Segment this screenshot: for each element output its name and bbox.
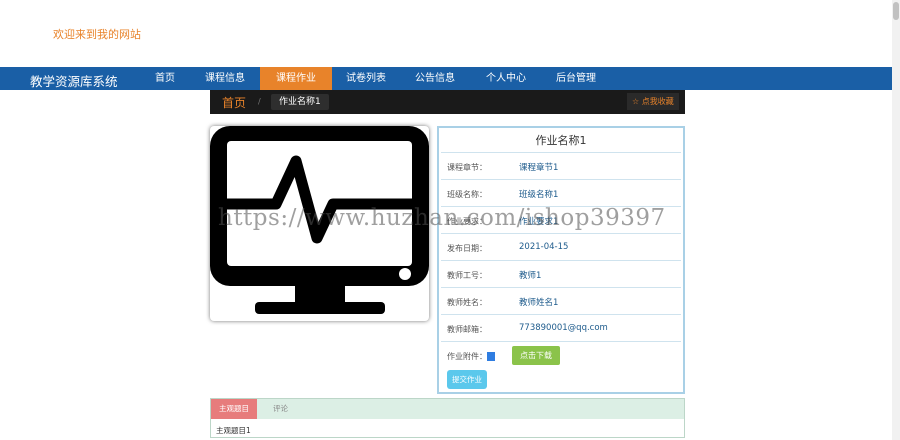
main-navbar: 教学资源库系统 首页 课程信息 课程作业 试卷列表 公告信息 个人中心 后台管理	[0, 67, 892, 90]
download-button[interactable]: 点击下载	[512, 346, 560, 365]
field-value: 773890001@qq.com	[519, 323, 608, 333]
favorite-label: 点我收藏	[641, 97, 674, 106]
field-value: 教师姓名1	[519, 298, 559, 308]
favorite-button[interactable]: ☆ 点我收藏	[627, 93, 679, 110]
text-selection-highlight	[487, 352, 495, 361]
tabs-section: 主观题目 评论 主观题目1	[210, 398, 685, 438]
field-value: 课程章节1	[519, 163, 559, 173]
nav-item-personal-center[interactable]: 个人中心	[476, 67, 536, 90]
field-label: 教师工号：	[447, 271, 487, 280]
field-row-class: 班级名称： 班级名称1	[441, 180, 681, 207]
welcome-text: 欢迎来到我的网站	[53, 28, 141, 41]
field-value: 教师1	[519, 271, 542, 281]
field-value: 班级名称1	[519, 190, 559, 200]
nav-item-course-info[interactable]: 课程信息	[195, 67, 255, 90]
field-label: 教师邮箱：	[447, 325, 487, 334]
tab-comments[interactable]: 评论	[273, 399, 288, 419]
vertical-scrollbar[interactable]	[892, 0, 900, 440]
nav-item-admin[interactable]: 后台管理	[546, 67, 606, 90]
field-label: 教师姓名：	[447, 298, 487, 307]
field-row-publish-date: 发布日期： 2021-04-15	[441, 234, 681, 261]
homework-detail-panel: 作业名称1 课程章节： 课程章节1 班级名称： 班级名称1 作业要求： 作业要求…	[437, 126, 685, 394]
field-row-attachment: 作业附件： 点击下载	[441, 342, 681, 369]
field-row-teacher-name: 教师姓名： 教师姓名1	[441, 288, 681, 315]
detail-title: 作业名称1	[441, 128, 681, 153]
watermark: https://www.huzhan.com/ishop39397	[218, 205, 666, 231]
nav-item-announcements[interactable]: 公告信息	[405, 67, 465, 90]
tab-subjective-questions[interactable]: 主观题目	[211, 399, 257, 419]
field-row-teacher-id: 教师工号： 教师1	[441, 261, 681, 288]
field-row-teacher-email: 教师邮箱： 773890001@qq.com	[441, 315, 681, 342]
attachment-label: 作业附件：	[447, 351, 495, 362]
breadcrumb-separator: /	[258, 97, 261, 106]
field-label: 班级名称：	[447, 190, 487, 199]
breadcrumb-home[interactable]: 首页	[222, 94, 246, 111]
nav-item-exam-list[interactable]: 试卷列表	[336, 67, 396, 90]
nav-item-course-homework[interactable]: 课程作业	[260, 67, 332, 90]
breadcrumb-current: 作业名称1	[271, 94, 329, 110]
tab-content: 主观题目1	[216, 426, 251, 435]
site-brand[interactable]: 教学资源库系统	[30, 71, 118, 90]
field-value: 2021-04-15	[519, 242, 569, 252]
submit-homework-button[interactable]: 提交作业	[447, 370, 487, 389]
tab-bar: 主观题目 评论	[211, 399, 684, 419]
scrollbar-thumb[interactable]	[893, 2, 899, 20]
star-outline-icon: ☆	[632, 97, 640, 106]
page: 欢迎来到我的网站 教学资源库系统 首页 课程信息 课程作业 试卷列表 公告信息 …	[0, 0, 900, 440]
field-label: 课程章节：	[447, 163, 487, 172]
nav-item-home[interactable]: 首页	[143, 67, 187, 90]
field-row-chapter: 课程章节： 课程章节1	[441, 153, 681, 180]
field-label: 发布日期：	[447, 244, 487, 253]
